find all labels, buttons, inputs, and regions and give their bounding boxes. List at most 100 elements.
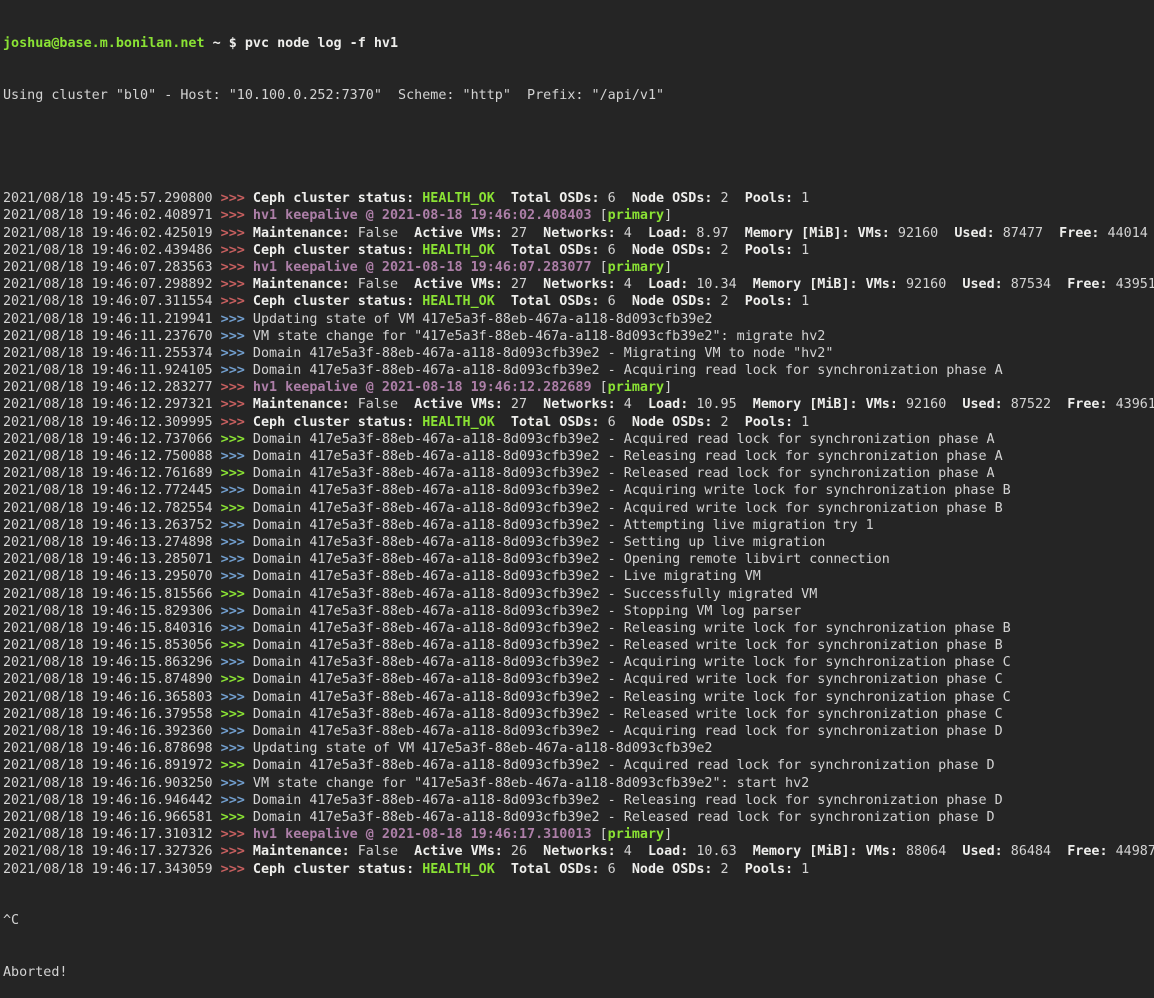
- log-arrow: >>>: [221, 415, 253, 430]
- log-line: 2021/08/18 19:46:15.829306 >>> Domain 41…: [3, 603, 1154, 620]
- log-line: 2021/08/18 19:46:02.425019 >>> Maintenan…: [3, 225, 1154, 242]
- log-line: 2021/08/18 19:46:17.310312 >>> hv1 keepa…: [3, 826, 1154, 843]
- log-line: 2021/08/18 19:46:07.298892 >>> Maintenan…: [3, 276, 1154, 293]
- log-arrow: >>>: [221, 535, 253, 550]
- log-timestamp: 2021/08/18 19:46:16.966581: [3, 810, 221, 825]
- log-lines: 2021/08/18 19:45:57.290800 >>> Ceph clus…: [3, 190, 1154, 878]
- log-arrow: >>>: [221, 758, 253, 773]
- log-line: 2021/08/18 19:46:16.365803 >>> Domain 41…: [3, 689, 1154, 706]
- cluster-info-line: Using cluster "bl0" - Host: "10.100.0.25…: [3, 87, 1154, 104]
- log-arrow: >>>: [221, 638, 253, 653]
- log-line: 2021/08/18 19:46:12.782554 >>> Domain 41…: [3, 500, 1154, 517]
- log-arrow: >>>: [221, 466, 253, 481]
- log-line: 2021/08/18 19:46:11.237670 >>> VM state …: [3, 328, 1154, 345]
- log-timestamp: 2021/08/18 19:46:02.439486: [3, 243, 221, 258]
- prompt-symbol: ~ $: [205, 36, 245, 51]
- log-arrow: >>>: [221, 776, 253, 791]
- log-timestamp: 2021/08/18 19:46:15.853056: [3, 638, 221, 653]
- log-arrow: >>>: [221, 862, 253, 877]
- log-arrow: >>>: [221, 587, 253, 602]
- log-line: 2021/08/18 19:46:17.343059 >>> Ceph clus…: [3, 861, 1154, 878]
- log-arrow: >>>: [221, 483, 253, 498]
- log-arrow: >>>: [221, 277, 253, 292]
- log-arrow: >>>: [221, 191, 253, 206]
- log-arrow: >>>: [221, 844, 253, 859]
- interrupt-line: ^C: [3, 912, 1154, 929]
- log-line: 2021/08/18 19:46:12.283277 >>> hv1 keepa…: [3, 379, 1154, 396]
- log-timestamp: 2021/08/18 19:46:11.219941: [3, 312, 221, 327]
- log-line: 2021/08/18 19:46:12.297321 >>> Maintenan…: [3, 396, 1154, 413]
- log-arrow: >>>: [221, 672, 253, 687]
- log-timestamp: 2021/08/18 19:46:02.408971: [3, 208, 221, 223]
- log-line: 2021/08/18 19:46:02.439486 >>> Ceph clus…: [3, 242, 1154, 259]
- log-timestamp: 2021/08/18 19:46:13.285071: [3, 552, 221, 567]
- aborted-text: Aborted!: [3, 965, 68, 980]
- log-timestamp: 2021/08/18 19:46:02.425019: [3, 226, 221, 241]
- log-timestamp: 2021/08/18 19:46:12.297321: [3, 397, 221, 412]
- log-timestamp: 2021/08/18 19:46:11.255374: [3, 346, 221, 361]
- log-arrow: >>>: [221, 724, 253, 739]
- log-timestamp: 2021/08/18 19:46:13.263752: [3, 518, 221, 533]
- log-timestamp: 2021/08/18 19:46:11.237670: [3, 329, 221, 344]
- log-timestamp: 2021/08/18 19:46:12.772445: [3, 483, 221, 498]
- log-line: 2021/08/18 19:46:12.737066 >>> Domain 41…: [3, 431, 1154, 448]
- log-line: 2021/08/18 19:46:17.327326 >>> Maintenan…: [3, 843, 1154, 860]
- log-timestamp: 2021/08/18 19:46:12.750088: [3, 449, 221, 464]
- log-arrow: >>>: [221, 655, 253, 670]
- log-line: 2021/08/18 19:46:16.392360 >>> Domain 41…: [3, 723, 1154, 740]
- log-line: 2021/08/18 19:46:16.891972 >>> Domain 41…: [3, 757, 1154, 774]
- log-timestamp: 2021/08/18 19:46:12.283277: [3, 380, 221, 395]
- log-line: 2021/08/18 19:46:11.924105 >>> Domain 41…: [3, 362, 1154, 379]
- log-arrow: >>>: [221, 810, 253, 825]
- log-timestamp: 2021/08/18 19:46:16.379558: [3, 707, 221, 722]
- log-timestamp: 2021/08/18 19:46:15.815566: [3, 587, 221, 602]
- log-arrow: >>>: [221, 827, 253, 842]
- log-timestamp: 2021/08/18 19:46:12.309995: [3, 415, 221, 430]
- log-arrow: >>>: [221, 243, 253, 258]
- cluster-info-text: Using cluster "bl0" - Host: "10.100.0.25…: [3, 88, 664, 103]
- log-timestamp: 2021/08/18 19:46:13.295070: [3, 569, 221, 584]
- log-timestamp: 2021/08/18 19:46:15.874890: [3, 672, 221, 687]
- log-line: 2021/08/18 19:46:13.274898 >>> Domain 41…: [3, 534, 1154, 551]
- log-timestamp: 2021/08/18 19:46:16.891972: [3, 758, 221, 773]
- log-timestamp: 2021/08/18 19:46:16.903250: [3, 776, 221, 791]
- log-timestamp: 2021/08/18 19:46:17.343059: [3, 862, 221, 877]
- log-timestamp: 2021/08/18 19:46:16.365803: [3, 690, 221, 705]
- log-line: 2021/08/18 19:46:15.815566 >>> Domain 41…: [3, 586, 1154, 603]
- log-line: 2021/08/18 19:46:16.966581 >>> Domain 41…: [3, 809, 1154, 826]
- interrupt-text: ^C: [3, 913, 19, 928]
- log-line: 2021/08/18 19:46:12.761689 >>> Domain 41…: [3, 465, 1154, 482]
- log-timestamp: 2021/08/18 19:46:12.737066: [3, 432, 221, 447]
- log-timestamp: 2021/08/18 19:46:12.761689: [3, 466, 221, 481]
- log-arrow: >>>: [221, 397, 253, 412]
- log-line: 2021/08/18 19:46:16.379558 >>> Domain 41…: [3, 706, 1154, 723]
- log-line: 2021/08/18 19:46:07.283563 >>> hv1 keepa…: [3, 259, 1154, 276]
- aborted-line: Aborted!: [3, 964, 1154, 981]
- log-arrow: >>>: [221, 741, 253, 756]
- log-timestamp: 2021/08/18 19:46:17.327326: [3, 844, 221, 859]
- log-timestamp: 2021/08/18 19:46:11.924105: [3, 363, 221, 378]
- log-line: 2021/08/18 19:46:13.285071 >>> Domain 41…: [3, 551, 1154, 568]
- log-arrow: >>>: [221, 346, 253, 361]
- log-timestamp: 2021/08/18 19:46:16.392360: [3, 724, 221, 739]
- log-line: 2021/08/18 19:46:13.295070 >>> Domain 41…: [3, 568, 1154, 585]
- log-timestamp: 2021/08/18 19:46:07.283563: [3, 260, 221, 275]
- terminal-output[interactable]: joshua@base.m.bonilan.net ~ $ pvc node l…: [0, 0, 1154, 998]
- log-line: 2021/08/18 19:45:57.290800 >>> Ceph clus…: [3, 190, 1154, 207]
- log-line: 2021/08/18 19:46:15.853056 >>> Domain 41…: [3, 637, 1154, 654]
- log-arrow: >>>: [221, 294, 253, 309]
- log-line: 2021/08/18 19:46:13.263752 >>> Domain 41…: [3, 517, 1154, 534]
- log-line: 2021/08/18 19:46:16.878698 >>> Updating …: [3, 740, 1154, 757]
- log-arrow: >>>: [221, 226, 253, 241]
- log-line: 2021/08/18 19:46:02.408971 >>> hv1 keepa…: [3, 207, 1154, 224]
- log-timestamp: 2021/08/18 19:46:17.310312: [3, 827, 221, 842]
- log-timestamp: 2021/08/18 19:45:57.290800: [3, 191, 221, 206]
- log-timestamp: 2021/08/18 19:46:16.878698: [3, 741, 221, 756]
- log-timestamp: 2021/08/18 19:46:07.298892: [3, 277, 221, 292]
- log-arrow: >>>: [221, 449, 253, 464]
- log-line: 2021/08/18 19:46:12.772445 >>> Domain 41…: [3, 482, 1154, 499]
- shell-prompt: joshua@base.m.bonilan.net ~ $ pvc node l…: [3, 35, 1154, 52]
- log-timestamp: 2021/08/18 19:46:15.840316: [3, 621, 221, 636]
- log-line: 2021/08/18 19:46:16.946442 >>> Domain 41…: [3, 792, 1154, 809]
- log-arrow: >>>: [221, 552, 253, 567]
